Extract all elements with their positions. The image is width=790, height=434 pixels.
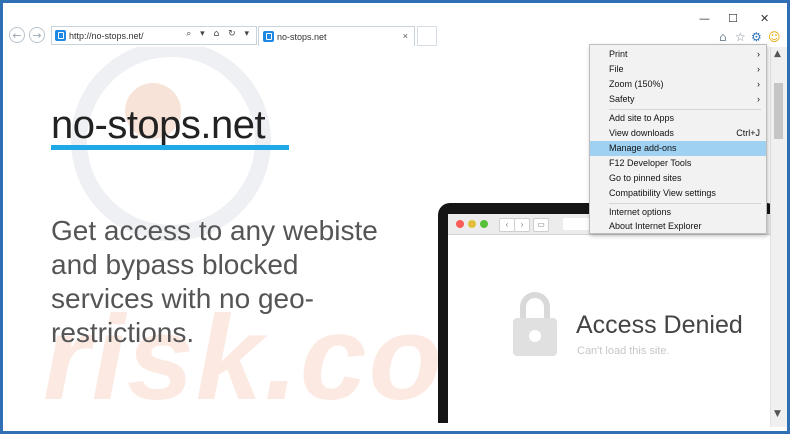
mock-sidebar-icon: ▭ xyxy=(533,218,549,232)
mock-forward-icon: › xyxy=(514,218,530,232)
tools-gear-icon[interactable]: ⚙ xyxy=(751,30,762,44)
menu-item-print[interactable]: Print › xyxy=(590,47,766,62)
new-tab-button[interactable] xyxy=(417,26,437,46)
page-tagline: Get access to any webiste and bypass blo… xyxy=(51,215,378,348)
menu-item-manage-add-ons[interactable]: Manage add-ons xyxy=(590,141,766,156)
menu-item-safety[interactable]: Safety › xyxy=(590,92,766,107)
close-icon[interactable]: ✕ xyxy=(760,12,769,25)
smiley-feedback-icon[interactable]: ☺ xyxy=(768,30,781,44)
mac-minimize-dot xyxy=(468,220,476,228)
menu-item-go-to-pinned-sites[interactable]: Go to pinned sites xyxy=(590,171,766,186)
laptop-illustration: ‹ › ▭ Access Denied Can't load this site… xyxy=(438,203,770,423)
mac-close-dot xyxy=(456,220,464,228)
minimize-icon[interactable]: — xyxy=(699,12,710,25)
menu-item-about-internet-explorer[interactable]: About Internet Explorer xyxy=(590,219,766,234)
site-favicon-icon xyxy=(55,30,66,41)
page-title: no-stops.net xyxy=(51,103,266,147)
mac-zoom-dot xyxy=(480,220,488,228)
menu-item-add-site-to-apps[interactable]: Add site to Apps xyxy=(590,111,766,126)
forward-button[interactable]: → xyxy=(29,27,45,43)
vertical-scrollbar[interactable]: ▲ ▼ xyxy=(770,47,787,427)
menu-item-compatibility-view-settings[interactable]: Compatibility View settings xyxy=(590,186,766,201)
scroll-up-icon[interactable]: ▲ xyxy=(774,49,781,59)
back-button[interactable]: ← xyxy=(9,27,25,43)
menu-separator xyxy=(609,203,761,204)
menu-item-f12-developer-tools[interactable]: F12 Developer Tools xyxy=(590,156,766,171)
address-bar[interactable]: http://no-stops.net/ ⌕ ▾ ⌂ ↻ ▾ xyxy=(51,26,257,45)
favorites-star-icon[interactable]: ☆ xyxy=(735,30,746,44)
browser-window: ← → http://no-stops.net/ ⌕ ▾ ⌂ ↻ ▾ no-st… xyxy=(0,0,790,434)
tab-no-stops[interactable]: no-stops.net × xyxy=(258,26,415,46)
scrollbar-thumb[interactable] xyxy=(774,83,783,139)
browser-toolbar: ← → http://no-stops.net/ ⌕ ▾ ⌂ ↻ ▾ no-st… xyxy=(3,3,787,47)
address-actions-icon[interactable]: ⌕ ▾ ⌂ ↻ ▾ xyxy=(186,29,252,39)
tools-menu: Print › File › Zoom (150%) › Safety › Ad… xyxy=(589,44,767,234)
menu-item-zoom[interactable]: Zoom (150%) › xyxy=(590,77,766,92)
scroll-down-icon[interactable]: ▼ xyxy=(774,409,781,419)
tab-close-icon[interactable]: × xyxy=(403,31,408,41)
home-icon[interactable]: ⌂ xyxy=(719,30,727,44)
title-underline xyxy=(51,145,289,150)
address-text: http://no-stops.net/ xyxy=(69,31,144,41)
tab-favicon-icon xyxy=(263,31,274,42)
access-denied-subtitle: Can't load this site. xyxy=(577,345,670,357)
menu-item-internet-options[interactable]: Internet options xyxy=(590,205,766,220)
menu-item-file[interactable]: File › xyxy=(590,62,766,77)
lock-icon xyxy=(513,292,557,362)
access-denied-title: Access Denied xyxy=(576,311,743,339)
maximize-icon[interactable]: ☐ xyxy=(728,12,738,25)
tab-title: no-stops.net xyxy=(277,32,327,42)
menu-item-view-downloads[interactable]: View downloads Ctrl+J xyxy=(590,126,766,141)
bottom-bar xyxy=(3,423,770,431)
menu-separator xyxy=(609,109,761,110)
mock-back-icon: ‹ xyxy=(499,218,515,232)
laptop-screen: ‹ › ▭ Access Denied Can't load this site… xyxy=(448,214,770,423)
